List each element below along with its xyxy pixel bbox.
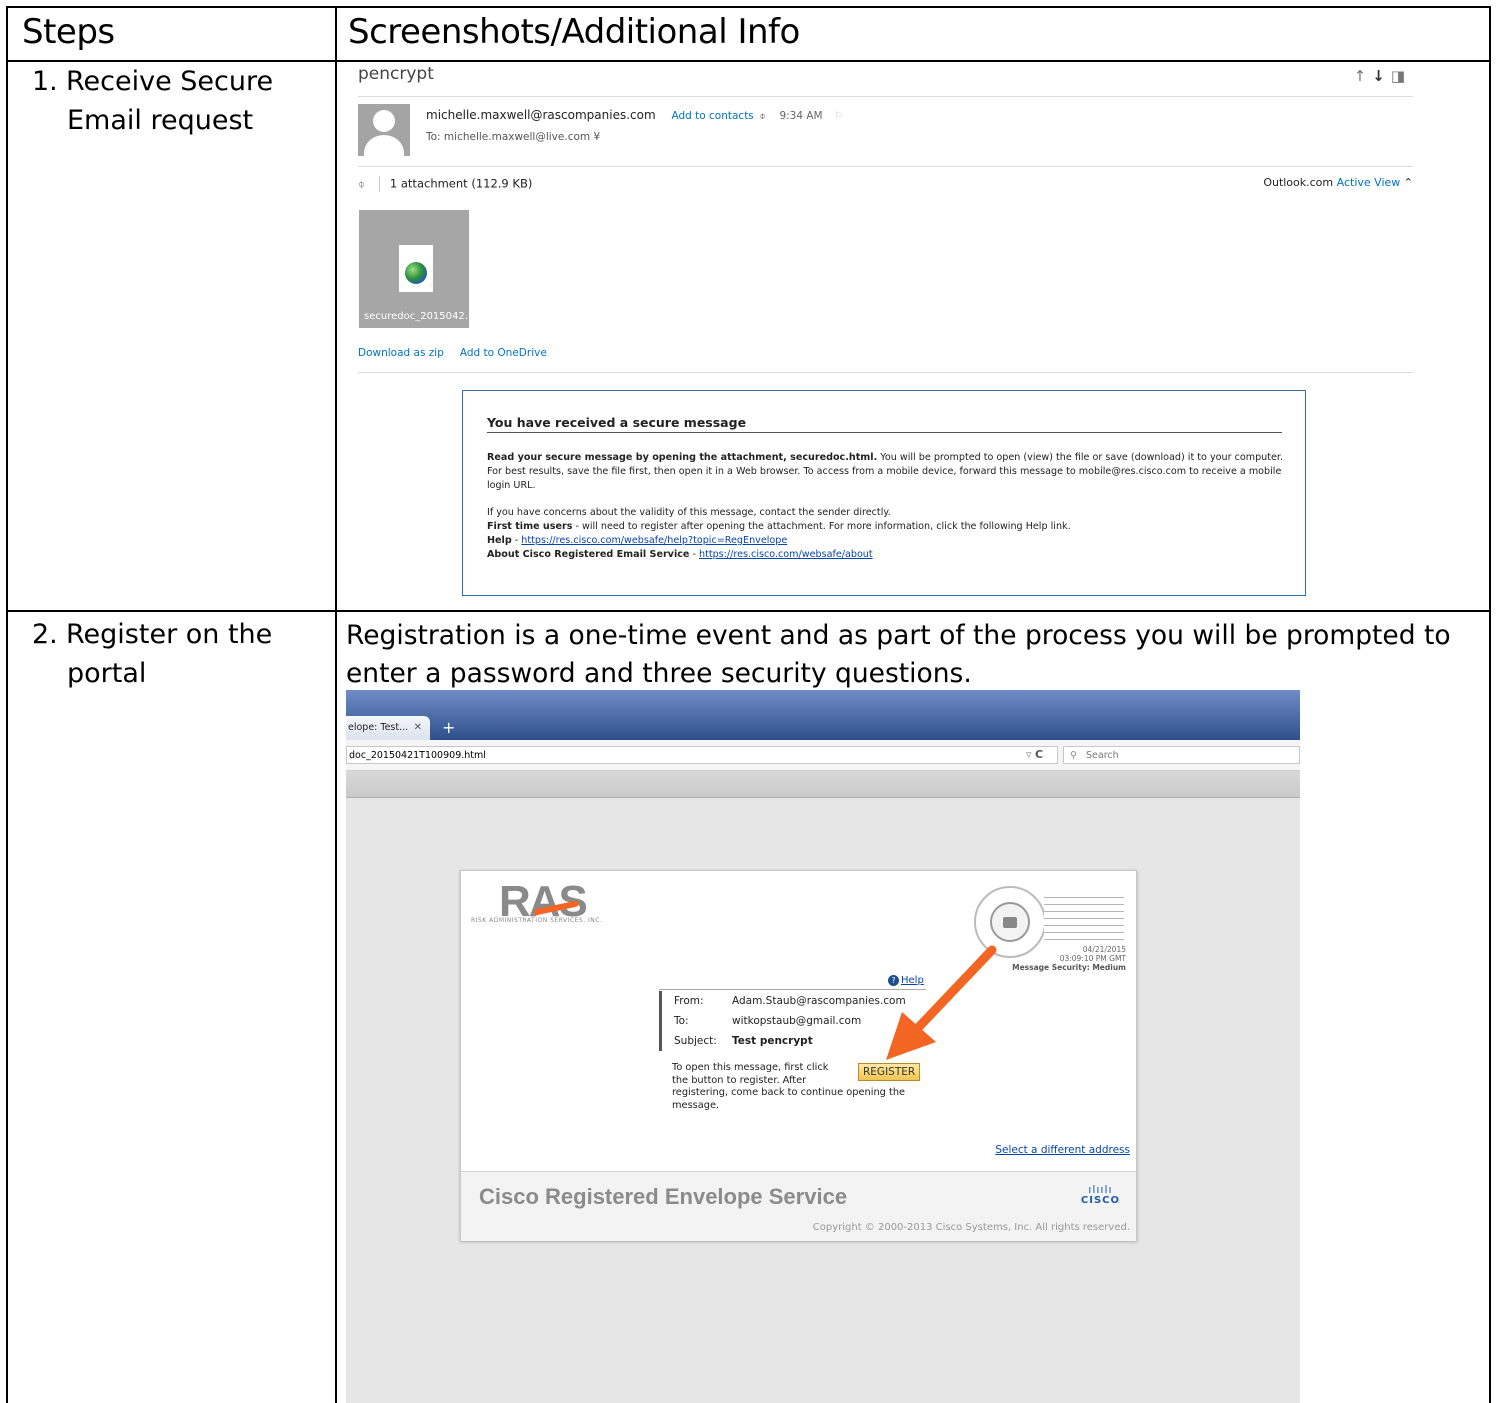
add-to-contacts-link[interactable]: Add to contacts bbox=[671, 110, 753, 122]
browser-screenshot: elope: Test... ✕ + doc_20150421T100909.ht… bbox=[346, 690, 1300, 1403]
chevron-up-icon: ⌃ bbox=[1403, 176, 1413, 189]
divider bbox=[358, 372, 1413, 373]
attachment-name: securedoc_2015042... bbox=[364, 311, 475, 322]
paperclip-icon: ⌽ bbox=[358, 176, 365, 191]
attachment-thumbnail[interactable]: securedoc_2015042... bbox=[359, 210, 474, 328]
step-label: Register on the bbox=[66, 619, 273, 650]
chevron-down-icon[interactable]: ¥ bbox=[593, 131, 600, 143]
step-label-continued: portal bbox=[67, 658, 147, 689]
step-label: Receive Secure bbox=[66, 66, 274, 97]
divider bbox=[358, 166, 1413, 167]
step-1: 1. Receive Secure Email request bbox=[32, 62, 273, 140]
email-subject: pencrypt bbox=[358, 64, 434, 84]
step-2: 2. Register on the portal bbox=[32, 615, 272, 693]
header-steps: Steps bbox=[22, 12, 115, 52]
arrow-icon bbox=[886, 945, 997, 1060]
attachment-bar: ⌽ 1 attachment (112.9 KB) Outlook.com Act… bbox=[358, 176, 1413, 192]
globe-icon bbox=[405, 262, 427, 284]
outlook-email-screenshot: pencrypt ↑↓◨ michelle.maxwell@rascompani… bbox=[346, 60, 1476, 600]
step-number: 2. bbox=[32, 619, 58, 650]
arrow-down-icon[interactable]: ↓ bbox=[1372, 67, 1391, 85]
secure-message-title: You have received a secure message bbox=[487, 415, 1282, 433]
header-info: Screenshots/Additional Info bbox=[348, 12, 800, 52]
recipient-line: To: michelle.maxwell@live.com ¥ bbox=[426, 131, 601, 143]
email-time: 9:34 AM bbox=[779, 110, 823, 122]
download-zip-link[interactable]: Download as zip bbox=[358, 347, 444, 359]
popout-icon[interactable]: ◨ bbox=[1391, 67, 1411, 85]
paperclip-icon: ⌽ bbox=[759, 111, 766, 122]
sender-line: michelle.maxwell@rascompanies.com Add to… bbox=[426, 108, 843, 122]
active-view-toggle[interactable]: Outlook.com Active View ⌃ bbox=[1263, 176, 1413, 189]
sender-email[interactable]: michelle.maxwell@rascompanies.com bbox=[426, 108, 656, 122]
step-2-description: Registration is a one-time event and as … bbox=[346, 620, 1451, 689]
divider bbox=[358, 96, 1413, 97]
about-link[interactable]: https://res.cisco.com/websafe/about bbox=[699, 549, 873, 560]
help-link[interactable]: https://res.cisco.com/websafe/help?topic… bbox=[521, 535, 787, 546]
row-divider bbox=[8, 610, 1489, 612]
arrow-up-icon[interactable]: ↑ bbox=[1354, 67, 1373, 85]
message-nav: ↑↓◨ bbox=[1354, 67, 1411, 85]
flag-icon[interactable]: ⚐ bbox=[834, 111, 843, 122]
step-label-continued: Email request bbox=[67, 105, 254, 136]
secure-message-body: Read your secure message by opening the … bbox=[487, 452, 1284, 560]
secure-message-notice: You have received a secure message Read … bbox=[462, 390, 1306, 596]
add-onedrive-link[interactable]: Add to OneDrive bbox=[460, 347, 547, 359]
avatar bbox=[358, 104, 410, 156]
attachment-actions: Download as zip Add to OneDrive bbox=[358, 347, 563, 359]
step-number: 1. bbox=[32, 66, 58, 97]
column-divider bbox=[335, 8, 337, 1403]
attachment-summary: 1 attachment (112.9 KB) bbox=[389, 176, 533, 191]
